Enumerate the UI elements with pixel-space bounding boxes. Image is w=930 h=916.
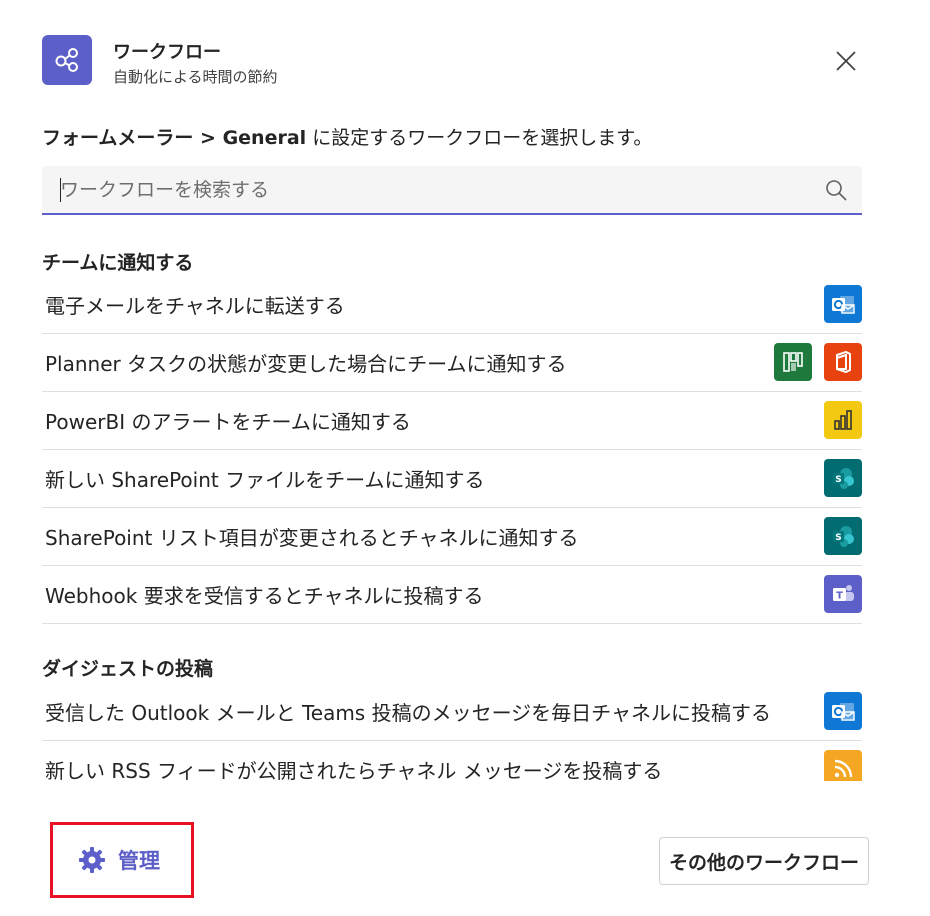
outlook-icon xyxy=(824,692,862,730)
planner-icon xyxy=(774,343,812,381)
instruction-suffix: に設定するワークフローを選択します。 xyxy=(306,127,653,149)
manage-button[interactable]: 管理 xyxy=(50,822,194,898)
workflow-item-label: 新しい SharePoint ファイルをチームに通知する xyxy=(45,468,485,492)
workflow-item[interactable]: Webhook 要求を受信するとチャネルに投稿する T xyxy=(42,566,862,624)
sharepoint-icon: S xyxy=(824,459,862,497)
outlook-icon xyxy=(824,285,862,323)
workflow-item[interactable]: 電子メールをチャネルに転送する xyxy=(42,276,862,334)
section-title-digest: ダイジェストの投稿 xyxy=(42,658,214,680)
teams-icon: T xyxy=(824,575,862,613)
workflow-item-label: PowerBI のアラートをチームに通知する xyxy=(45,410,411,434)
workflow-item[interactable]: 新しい SharePoint ファイルをチームに通知する S xyxy=(42,450,862,508)
workflow-list-digest: 受信した Outlook メールと Teams 投稿のメッセージを毎日チャネルに… xyxy=(42,683,862,797)
workflow-item[interactable]: Planner タスクの状態が変更した場合にチームに通知する xyxy=(42,334,862,392)
workflow-item-label: Planner タスクの状態が変更した場合にチームに通知する xyxy=(45,352,567,376)
workflow-item[interactable]: SharePoint リスト項目が変更されるとチャネルに通知する S xyxy=(42,508,862,566)
search-icon[interactable] xyxy=(824,178,848,202)
share-nodes-icon xyxy=(55,48,78,72)
office-icon xyxy=(824,343,862,381)
close-button[interactable] xyxy=(830,45,862,77)
workflow-item[interactable]: 新しい RSS フィードが公開されたらチャネル メッセージを投稿する xyxy=(42,741,862,797)
dialog-title: ワークフロー xyxy=(113,42,221,63)
gear-icon xyxy=(79,847,105,873)
svg-text:S: S xyxy=(835,475,841,485)
close-icon xyxy=(836,51,856,71)
search-input[interactable] xyxy=(42,166,800,213)
more-workflows-button[interactable]: その他のワークフロー xyxy=(659,837,869,885)
section-title-notify: チームに通知する xyxy=(42,252,194,274)
workflow-item[interactable]: 受信した Outlook メールと Teams 投稿のメッセージを毎日チャネルに… xyxy=(42,683,862,741)
text-caret xyxy=(60,178,61,202)
workflow-item-label: Webhook 要求を受信するとチャネルに投稿する xyxy=(45,584,484,608)
svg-text:T: T xyxy=(836,591,843,602)
search-box[interactable] xyxy=(42,166,862,215)
workflow-list-notify: 電子メールをチャネルに転送する Planner タスクの状態が変更した場合にチー… xyxy=(42,276,862,624)
workflow-item-label: 電子メールをチャネルに転送する xyxy=(45,294,345,318)
workflow-item-label: 新しい RSS フィードが公開されたらチャネル メッセージを投稿する xyxy=(45,758,663,783)
dialog-subtitle: 自動化による時間の節約 xyxy=(113,68,278,86)
workflow-item-label: SharePoint リスト項目が変更されるとチャネルに通知する xyxy=(45,526,579,550)
workflow-app-icon xyxy=(42,35,92,85)
rss-icon xyxy=(824,750,862,781)
workflow-item-label: 受信した Outlook メールと Teams 投稿のメッセージを毎日チャネルに… xyxy=(45,701,771,725)
svg-text:S: S xyxy=(835,533,841,543)
powerbi-icon xyxy=(824,401,862,439)
workflow-item[interactable]: PowerBI のアラートをチームに通知する xyxy=(42,392,862,450)
channel-path: フォームメーラー > General xyxy=(42,127,307,149)
sharepoint-icon: S xyxy=(824,517,862,555)
instruction-text: フォームメーラー > General に設定するワークフローを選択します。 xyxy=(42,123,652,150)
manage-button-label: 管理 xyxy=(118,849,160,873)
